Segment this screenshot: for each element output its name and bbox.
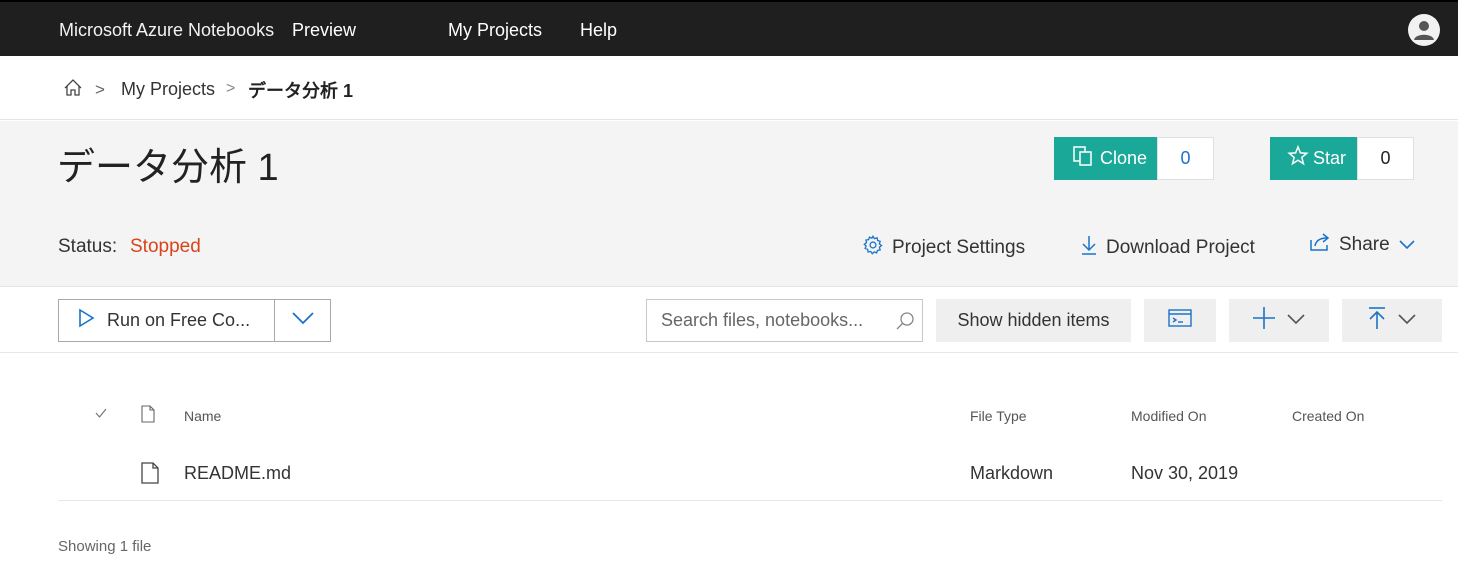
preview-label: Preview xyxy=(292,20,357,40)
breadcrumb-separator: > xyxy=(95,80,105,99)
column-header-file-type[interactable]: File Type xyxy=(970,408,1027,424)
download-project-label: Download Project xyxy=(1106,237,1255,258)
file-modified-on: Nov 30, 2019 xyxy=(1131,463,1239,483)
search-box xyxy=(646,299,923,342)
column-header-created-on[interactable]: Created On xyxy=(1292,408,1364,424)
column-header-modified-on[interactable]: Modified On xyxy=(1131,408,1206,424)
top-nav-bar: Microsoft Azure Notebooks Preview My Pro… xyxy=(0,0,1458,56)
terminal-icon xyxy=(1168,308,1192,333)
clone-button[interactable]: Clone xyxy=(1054,137,1157,180)
share-icon xyxy=(1309,232,1331,258)
file-name[interactable]: README.md xyxy=(184,463,291,484)
chevron-down-icon xyxy=(291,311,315,330)
search-input[interactable] xyxy=(647,300,887,341)
chevron-down-icon xyxy=(1398,234,1416,256)
star-icon xyxy=(1287,144,1309,172)
nav-help[interactable]: Help xyxy=(580,20,617,41)
run-options-dropdown[interactable] xyxy=(274,299,331,342)
status-badge: Stopped xyxy=(130,236,201,257)
star-button[interactable]: Star xyxy=(1270,137,1357,180)
project-settings-button[interactable]: Project Settings xyxy=(862,234,1025,262)
user-avatar-icon[interactable] xyxy=(1408,14,1440,46)
clone-label: Clone xyxy=(1100,148,1148,168)
breadcrumb-current-project: データ分析 1 xyxy=(248,81,354,101)
row-divider xyxy=(58,500,1442,501)
upload-icon xyxy=(1367,306,1387,335)
column-header-name[interactable]: Name xyxy=(184,408,221,424)
download-project-button[interactable]: Download Project xyxy=(1080,234,1255,262)
run-label: Run on Free Co... xyxy=(107,310,251,330)
clone-icon xyxy=(1072,145,1094,172)
plus-icon xyxy=(1252,306,1276,335)
upload-button[interactable] xyxy=(1342,299,1442,342)
file-type-icon xyxy=(141,405,155,426)
nav-my-projects[interactable]: My Projects xyxy=(448,20,542,41)
breadcrumb-my-projects[interactable]: My Projects xyxy=(121,79,215,100)
star-label: Star xyxy=(1313,148,1347,168)
share-label: Share xyxy=(1339,234,1390,255)
share-button[interactable]: Share xyxy=(1309,232,1416,258)
new-item-button[interactable] xyxy=(1229,299,1329,342)
brand-title[interactable]: Microsoft Azure Notebooks xyxy=(59,20,274,41)
toolbar-divider xyxy=(0,352,1458,353)
status-label: Status: xyxy=(58,236,118,257)
play-icon xyxy=(77,308,95,333)
project-header: データ分析 1 Clone 0 Star 0 Status: Stopped P… xyxy=(0,121,1458,287)
show-hidden-items-button[interactable]: Show hidden items xyxy=(936,299,1131,342)
file-icon xyxy=(141,462,159,489)
chevron-down-icon xyxy=(1286,312,1306,330)
run-on-free-compute-button[interactable]: Run on Free Co... xyxy=(58,299,275,342)
chevron-down-icon xyxy=(1397,312,1417,330)
breadcrumb-separator: > xyxy=(226,80,236,97)
star-count[interactable]: 0 xyxy=(1357,137,1414,180)
file-type: Markdown xyxy=(970,463,1054,483)
page-title: データ分析 1 xyxy=(57,147,279,189)
file-count-summary: Showing 1 file xyxy=(58,538,152,555)
search-icon[interactable] xyxy=(895,311,915,336)
select-all-check-icon[interactable] xyxy=(94,406,108,423)
home-icon[interactable] xyxy=(63,78,83,98)
terminal-button[interactable] xyxy=(1144,299,1216,342)
breadcrumb: > My Projects > データ分析 1 xyxy=(0,56,1458,120)
download-icon xyxy=(1080,234,1098,262)
project-settings-label: Project Settings xyxy=(892,237,1026,258)
gear-icon xyxy=(862,234,884,262)
clone-count[interactable]: 0 xyxy=(1157,137,1214,180)
